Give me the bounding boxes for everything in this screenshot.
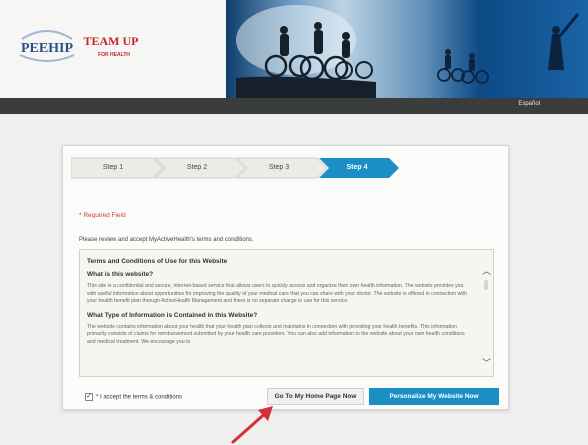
scroll-thumb[interactable] bbox=[484, 280, 488, 290]
accept-terms-checkbox[interactable]: ✓ bbox=[85, 393, 93, 401]
step-3: Step 3 bbox=[268, 164, 290, 171]
peehip-logo[interactable]: PEEHIP bbox=[16, 25, 78, 65]
header-nav-bar bbox=[0, 98, 588, 114]
team-up-tagline: FOR HEALTH bbox=[98, 52, 130, 58]
header-banner-photo bbox=[226, 0, 588, 98]
section-body: This site is a confidential and secure, … bbox=[87, 283, 467, 305]
peehip-logo-text: PEEHIP bbox=[21, 41, 74, 56]
accept-terms-label: * I accept the terms & conditions bbox=[96, 394, 183, 401]
scroll-down-icon[interactable]: ﹀ bbox=[482, 356, 491, 369]
terms-scrollbar[interactable]: ︿ ﹀ bbox=[479, 250, 493, 376]
step-4-active: Step 4 bbox=[346, 164, 368, 171]
team-up-logo-text: TEAM UP bbox=[84, 34, 139, 48]
language-link[interactable]: Español bbox=[518, 101, 540, 107]
terms-card: Step 1 Step 2 Step 3 Step 4 * Required F… bbox=[62, 145, 509, 410]
section-heading: What is this website? bbox=[87, 271, 154, 278]
accept-terms-row[interactable]: ✓ * I accept the terms & conditions bbox=[85, 393, 182, 401]
team-up-logo[interactable]: TEAM UP FOR HEALTH bbox=[82, 25, 140, 65]
terms-title: Terms and Conditions of Use for this Web… bbox=[87, 258, 228, 265]
personalize-website-button[interactable]: Personalize My Website Now bbox=[369, 388, 499, 405]
go-to-home-page-button[interactable]: Go To My Home Page Now bbox=[267, 388, 364, 405]
section-body: The website contains information about y… bbox=[87, 323, 465, 345]
site-header: PEEHIP TEAM UP FOR HEALTH Español bbox=[0, 0, 588, 114]
scroll-up-icon[interactable]: ︿ bbox=[482, 264, 491, 277]
required-field-note: * Required Field bbox=[79, 212, 126, 219]
section-heading: What Type of Information is Contained in… bbox=[87, 311, 258, 319]
terms-scroll-box[interactable]: Terms and Conditions of Use for this Web… bbox=[79, 249, 494, 377]
terms-intro: Please review and accept MyActiveHealth'… bbox=[79, 237, 254, 243]
step-progress: Step 1 Step 2 Step 3 Step 4 bbox=[71, 156, 401, 180]
step-1: Step 1 bbox=[102, 164, 124, 171]
annotation-arrow-icon bbox=[227, 402, 277, 445]
step-2: Step 2 bbox=[186, 164, 208, 171]
